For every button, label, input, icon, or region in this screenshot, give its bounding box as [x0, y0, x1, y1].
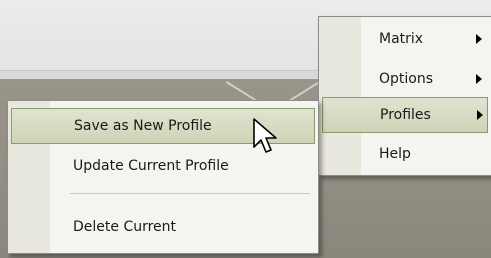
- menu-item-matrix[interactable]: Matrix: [319, 21, 491, 57]
- menu-item-label: Matrix: [379, 31, 424, 47]
- menu-item-profiles[interactable]: Profiles: [322, 97, 488, 133]
- menu-item-options[interactable]: Options: [319, 61, 491, 97]
- menu-item-label: Help: [379, 146, 411, 162]
- menu-item-label: Delete Current: [73, 219, 177, 235]
- menu-item-label: Profiles: [380, 107, 431, 123]
- menu-item-label: Update Current Profile: [73, 158, 229, 174]
- main-context-menu: Matrix Options Profiles Help: [318, 16, 491, 176]
- chevron-right-icon: [476, 74, 482, 84]
- chevron-right-icon: [477, 110, 483, 120]
- menu-separator: [70, 193, 310, 194]
- chevron-right-icon: [476, 34, 482, 44]
- menu-item-label: Options: [379, 71, 434, 87]
- menu-item-help[interactable]: Help: [319, 136, 491, 172]
- arrow-cursor-icon: [253, 118, 277, 153]
- menu-item-delete-current[interactable]: Delete Current: [8, 209, 318, 245]
- menu-item-label: Save as New Profile: [74, 118, 212, 134]
